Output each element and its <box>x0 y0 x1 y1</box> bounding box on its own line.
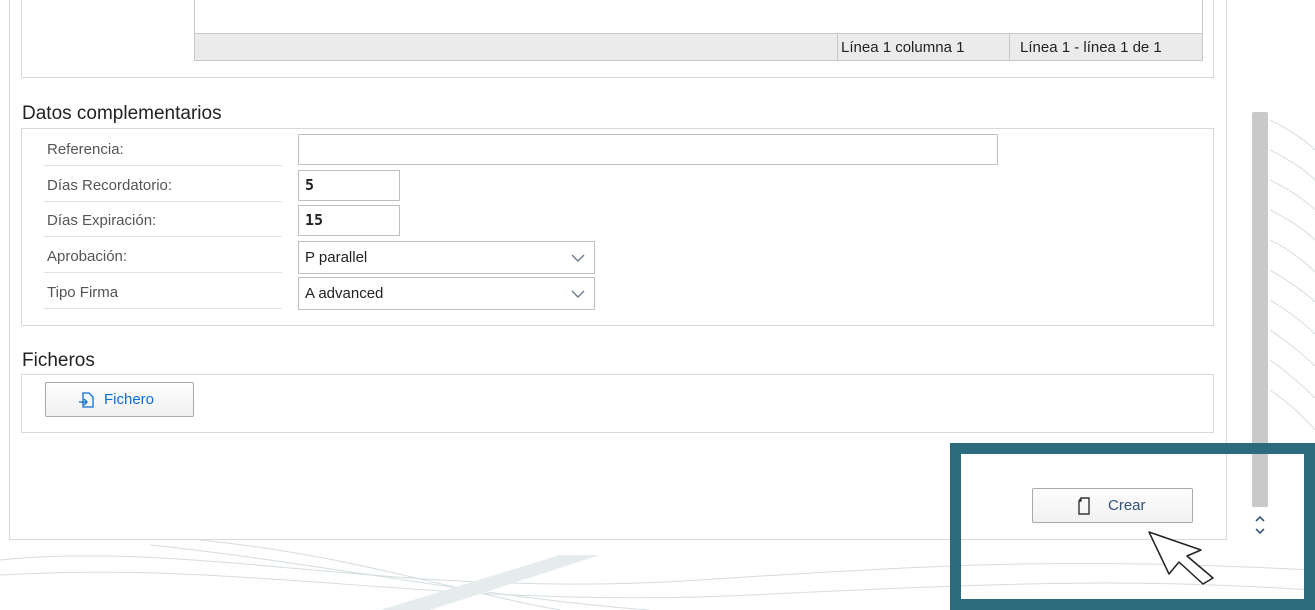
tipo-firma-selected-value: A advanced <box>305 285 384 302</box>
editor-status-bar: Línea 1 columna 1 Línea 1 - línea 1 de 1 <box>194 33 1203 61</box>
status-cursor-position: Línea 1 columna 1 <box>841 39 965 56</box>
datos-section-title: Datos complementarios <box>22 103 222 124</box>
dias-expiracion-input[interactable]: 15 <box>298 205 400 236</box>
mouse-pointer-icon <box>1148 531 1214 585</box>
datos-group-box: Referencia: Días Recordatorio: 5 Días Ex… <box>21 128 1214 326</box>
status-line-count: Línea 1 - línea 1 de 1 <box>1020 39 1162 56</box>
dias-expiracion-label: Días Expiración: <box>44 204 282 237</box>
referencia-input[interactable] <box>298 134 998 165</box>
crear-button-label: Crear <box>1108 497 1146 514</box>
text-editor-area[interactable] <box>194 0 1203 33</box>
scroll-down-icon[interactable] <box>1252 524 1268 538</box>
chevron-down-icon <box>571 290 585 298</box>
fichero-button[interactable]: Fichero <box>45 382 194 417</box>
tipo-firma-label: Tipo Firma <box>44 276 282 309</box>
ficheros-group-box: Fichero <box>21 374 1214 433</box>
tipo-firma-select[interactable]: A advanced <box>298 277 595 310</box>
dias-recordatorio-input[interactable]: 5 <box>298 170 400 201</box>
main-panel: Línea 1 columna 1 Línea 1 - línea 1 de 1… <box>9 0 1227 540</box>
scrollbar-thumb[interactable] <box>1252 112 1268 507</box>
chevron-down-icon <box>571 254 585 262</box>
dias-recordatorio-label: Días Recordatorio: <box>44 169 282 202</box>
crear-button[interactable]: Crear <box>1032 488 1193 523</box>
aprobacion-label: Aprobación: <box>44 240 282 273</box>
upload-file-icon <box>79 392 94 408</box>
document-icon <box>1078 497 1090 515</box>
referencia-label: Referencia: <box>44 133 282 166</box>
status-separator <box>837 34 838 60</box>
status-separator <box>1009 34 1010 60</box>
ficheros-section-title: Ficheros <box>22 350 95 371</box>
aprobacion-selected-value: P parallel <box>305 249 368 266</box>
text-editor-container: Línea 1 columna 1 Línea 1 - línea 1 de 1 <box>21 0 1214 78</box>
aprobacion-select[interactable]: P parallel <box>298 241 595 274</box>
fichero-button-label: Fichero <box>104 391 155 408</box>
